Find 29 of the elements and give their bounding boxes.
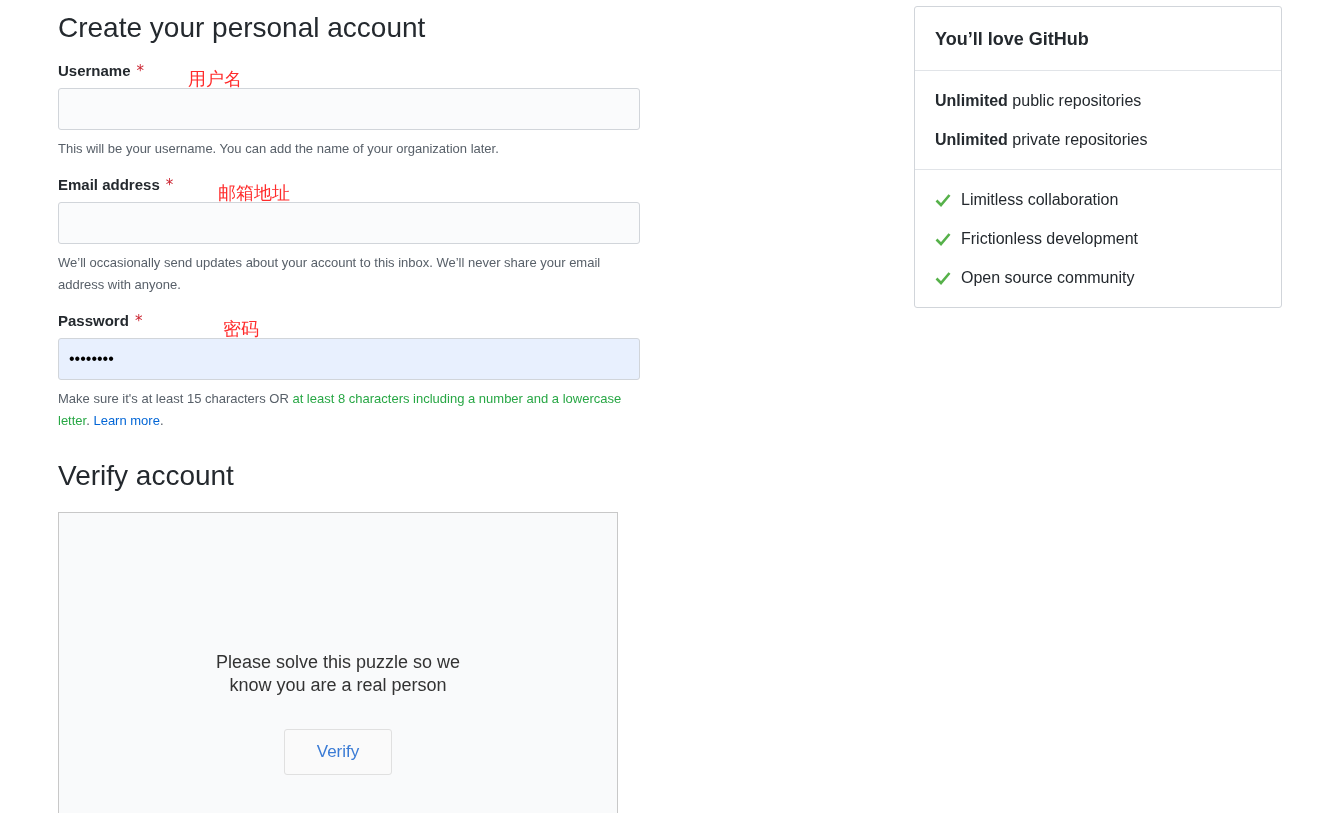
- field-label: Username: [58, 62, 131, 79]
- field-label: Email address: [58, 176, 160, 193]
- annotation-text: 邮箱地址: [218, 184, 290, 202]
- verify-button[interactable]: Verify: [284, 729, 392, 775]
- puzzle-prompt: Please solve this puzzle so we know you are a real person: [214, 651, 462, 697]
- field-hint: Make sure it's at least 15 characters OR at least 8 characters including a number and a lowercase letter. Learn more.: [58, 390, 623, 430]
- field-hint: We’ll occasionally send updates about your account to this inbox. We’ll never share your email address with anyone.: [58, 254, 602, 294]
- card-title: You’ll love GitHub: [935, 29, 1090, 50]
- annotation-text: 用户名: [188, 70, 242, 88]
- plan-text: Unlimited public repositories: [935, 91, 1142, 111]
- annotation-text: 密码: [223, 320, 259, 338]
- input-field[interactable]: ••••••••: [58, 338, 640, 380]
- field-label: Password: [58, 312, 129, 329]
- feature-text: Open source community: [961, 268, 1135, 288]
- plan-text: Unlimited private repositories: [935, 130, 1148, 150]
- input-field[interactable]: [58, 88, 640, 130]
- check-icon: [935, 231, 951, 246]
- required-mark: *: [136, 62, 145, 80]
- required-mark: *: [165, 176, 174, 194]
- feature-text: Limitless collaboration: [961, 190, 1119, 210]
- feature-text: Frictionless development: [961, 229, 1138, 249]
- required-mark: *: [134, 312, 143, 330]
- field-hint: This will be your username. You can add the name of your organization later.: [58, 140, 500, 158]
- section-title: Verify account: [58, 460, 235, 492]
- check-icon: [935, 270, 951, 285]
- page-title: Create your personal account: [58, 12, 427, 44]
- learn-more-link[interactable]: Learn more: [93, 413, 160, 428]
- check-icon: [935, 192, 951, 207]
- input-field[interactable]: [58, 202, 640, 244]
